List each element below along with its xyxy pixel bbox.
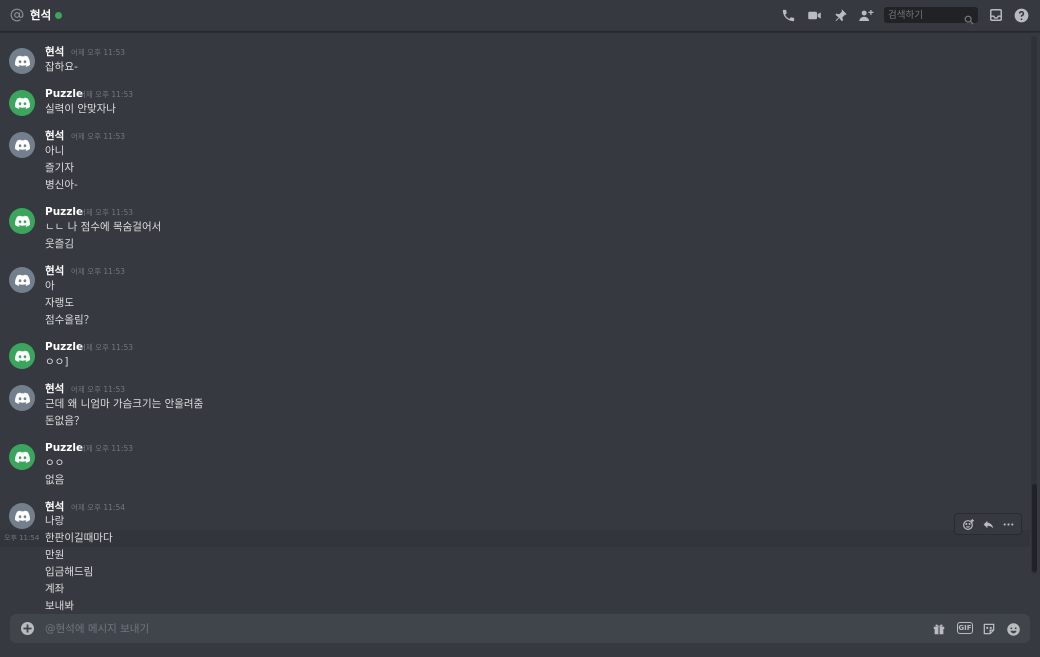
message-text: 잡하요- — [45, 61, 78, 73]
add-attachment-icon[interactable] — [21, 622, 34, 635]
more-icon[interactable] — [999, 515, 1017, 533]
channel-header: 현석 — [0, 0, 1040, 32]
inbox-icon[interactable] — [988, 7, 1004, 23]
online-status-indicator — [55, 12, 62, 19]
pin-icon[interactable] — [832, 7, 848, 23]
message-text: 보내봐 — [45, 600, 74, 612]
avatar[interactable] — [9, 444, 35, 470]
message-text: 아 — [45, 280, 55, 292]
search-input[interactable] — [888, 7, 960, 23]
message-timestamp: 어제 오후 11:53 — [79, 444, 133, 453]
avatar[interactable] — [9, 208, 35, 234]
gif-icon[interactable]: GIF — [957, 622, 973, 634]
sticker-icon[interactable] — [981, 621, 997, 637]
hovered-message-row[interactable] — [0, 530, 1030, 547]
discord-logo-icon — [14, 350, 30, 362]
message-timestamp: 어제 오후 11:53 — [79, 90, 133, 99]
message-input[interactable] — [45, 619, 905, 638]
dm-username: 현석 — [30, 8, 52, 22]
discord-logo-icon — [14, 97, 30, 109]
message-author[interactable]: 현석 — [45, 382, 64, 396]
message-text: 돈없음？ — [45, 415, 85, 427]
discord-logo-icon — [14, 451, 30, 463]
gif-label: GIF — [958, 623, 972, 632]
search-box[interactable] — [884, 7, 978, 25]
message-timestamp: 어제 오후 11:53 — [71, 48, 125, 57]
message-text: 즐기자 — [45, 162, 74, 174]
discord-logo-icon — [14, 392, 30, 404]
message-author[interactable]: Puzzle — [45, 340, 83, 354]
message-timestamp: 어제 오후 11:53 — [79, 208, 133, 217]
reply-icon[interactable] — [979, 515, 997, 533]
message-text: 없음 — [45, 474, 65, 486]
message-text: 입금해드림 — [45, 566, 94, 578]
message-text: 실력이 안맞자나 — [45, 103, 116, 115]
message-timestamp: 어제 오후 11:53 — [79, 343, 133, 352]
message-text: 근데 왜 니엄마 가슴크기는 안올려줌 — [45, 398, 204, 410]
add-reaction-icon[interactable] — [959, 515, 977, 533]
discord-logo-icon — [14, 55, 30, 67]
message-author[interactable]: 현석 — [45, 264, 64, 278]
search-icon — [964, 10, 974, 25]
message-composer: GIF — [10, 614, 1030, 643]
message-text: 병신아- — [45, 179, 78, 191]
message-text: 점수올림？ — [45, 314, 95, 326]
message-text: ㄴㄴ 나 점수에 목숨걸어서 — [45, 221, 162, 233]
avatar[interactable] — [9, 343, 35, 369]
hover-timestamp: 오후 11:54 — [4, 534, 40, 542]
message-author[interactable]: Puzzle — [45, 87, 83, 101]
emoji-icon[interactable] — [1005, 621, 1021, 637]
avatar[interactable] — [9, 90, 35, 116]
message-text: 계좌 — [45, 583, 65, 595]
avatar[interactable] — [9, 503, 35, 529]
discord-logo-icon — [14, 139, 30, 151]
avatar[interactable] — [9, 48, 35, 74]
message-timestamp: 어제 오후 11:53 — [71, 132, 125, 141]
message-author[interactable]: 현석 — [45, 45, 64, 59]
message-actions-toolbar — [954, 513, 1022, 535]
message-text: 아니 — [45, 145, 65, 157]
at-icon — [10, 8, 24, 22]
message-text: 자랭도 — [45, 297, 74, 309]
message-author[interactable]: Puzzle — [45, 441, 83, 455]
message-timestamp: 어제 오후 11:54 — [71, 503, 125, 512]
message-text: 만원 — [45, 549, 65, 561]
scrollbar-thumb[interactable] — [1032, 484, 1037, 572]
message-author[interactable]: Puzzle — [45, 205, 83, 219]
message-author[interactable]: 현석 — [45, 500, 64, 514]
message-text: 나랑 — [45, 515, 65, 527]
message-text: 웃즐김 — [45, 238, 74, 250]
video-call-icon[interactable] — [806, 7, 822, 23]
message-list[interactable]: 오후 11:54 현석 어제 오후 11:53 잡하요- Puzzle 어제 오… — [0, 33, 1030, 613]
discord-logo-icon — [14, 215, 30, 227]
message-timestamp: 어제 오후 11:53 — [71, 267, 125, 276]
avatar[interactable] — [9, 385, 35, 411]
voice-call-icon[interactable] — [780, 7, 796, 23]
avatar[interactable] — [9, 267, 35, 293]
avatar[interactable] — [9, 132, 35, 158]
help-icon[interactable] — [1013, 7, 1029, 23]
message-text: ㅇㅇ] — [45, 356, 69, 368]
message-timestamp: 어제 오후 11:53 — [71, 385, 125, 394]
message-text: 한판이길때마다 — [45, 532, 113, 544]
discord-logo-icon — [14, 510, 30, 522]
message-author[interactable]: 현석 — [45, 129, 64, 143]
gift-icon[interactable] — [931, 621, 947, 637]
add-friend-icon[interactable] — [858, 7, 874, 23]
message-text: ㅇㅇ — [45, 457, 65, 469]
discord-logo-icon — [14, 274, 30, 286]
